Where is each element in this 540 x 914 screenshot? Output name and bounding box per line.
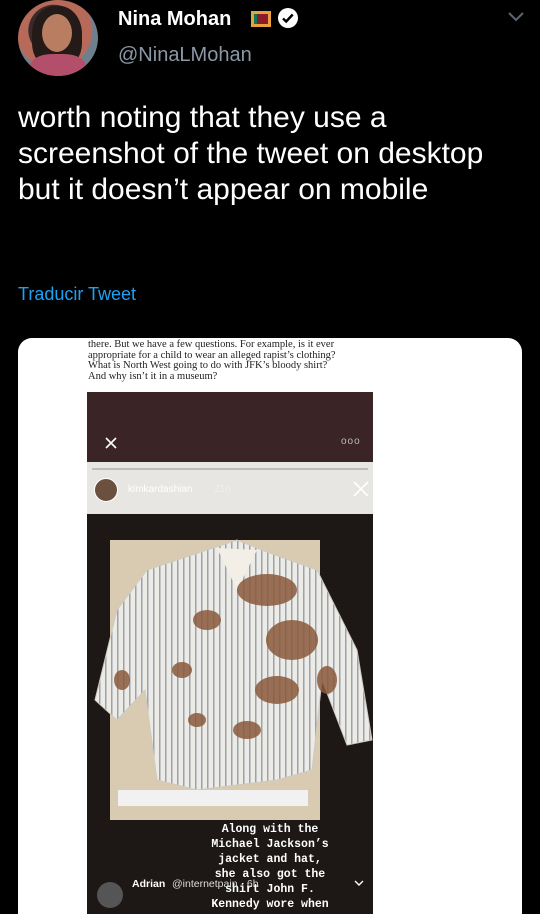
close-icon: [353, 481, 369, 497]
caption-line: Along with the: [221, 823, 319, 836]
sri-lanka-flag-icon: [250, 10, 272, 28]
caption-line: Kennedy wore when: [211, 898, 329, 911]
more-options-icon: ooo: [341, 436, 361, 447]
article-excerpt: there. But we have a few questions. For …: [88, 339, 388, 382]
tweet-text: worth noting that they use a screenshot …: [18, 101, 484, 206]
reply-avatar: [97, 882, 123, 908]
close-icon: [105, 437, 117, 449]
verified-badge-icon: [278, 8, 298, 28]
translate-tweet-link[interactable]: Traducir Tweet: [18, 284, 136, 305]
avatar[interactable]: [18, 0, 98, 76]
story-username: kimkardashian: [128, 484, 193, 495]
measurement-scale: [118, 790, 308, 806]
user-handle[interactable]: @NinaLMohan: [118, 44, 252, 67]
reply-name: Adrian: [132, 878, 166, 890]
shirt-image: [94, 539, 373, 791]
reply-handle: @internetpain · 6h: [172, 878, 259, 890]
chevron-down-icon: [354, 880, 364, 886]
caption-line: Michael Jackson’s: [211, 838, 329, 851]
article-line: And why isn’t it in a museum?: [88, 370, 218, 382]
caption-line: jacket and hat,: [218, 853, 322, 866]
story-avatar: [94, 478, 118, 502]
article-line: there. But we have a few questions. For …: [88, 339, 335, 350]
display-name[interactable]: Nina Mohan: [118, 8, 231, 31]
story-caption: Along with the Michael Jackson’s jacket …: [190, 822, 350, 912]
chevron-down-icon[interactable]: [506, 10, 526, 24]
article-line: What is North West going to do with JFK’…: [88, 360, 328, 371]
story-progress-bar: [92, 468, 368, 470]
story-timestamp: 21h: [214, 484, 231, 495]
